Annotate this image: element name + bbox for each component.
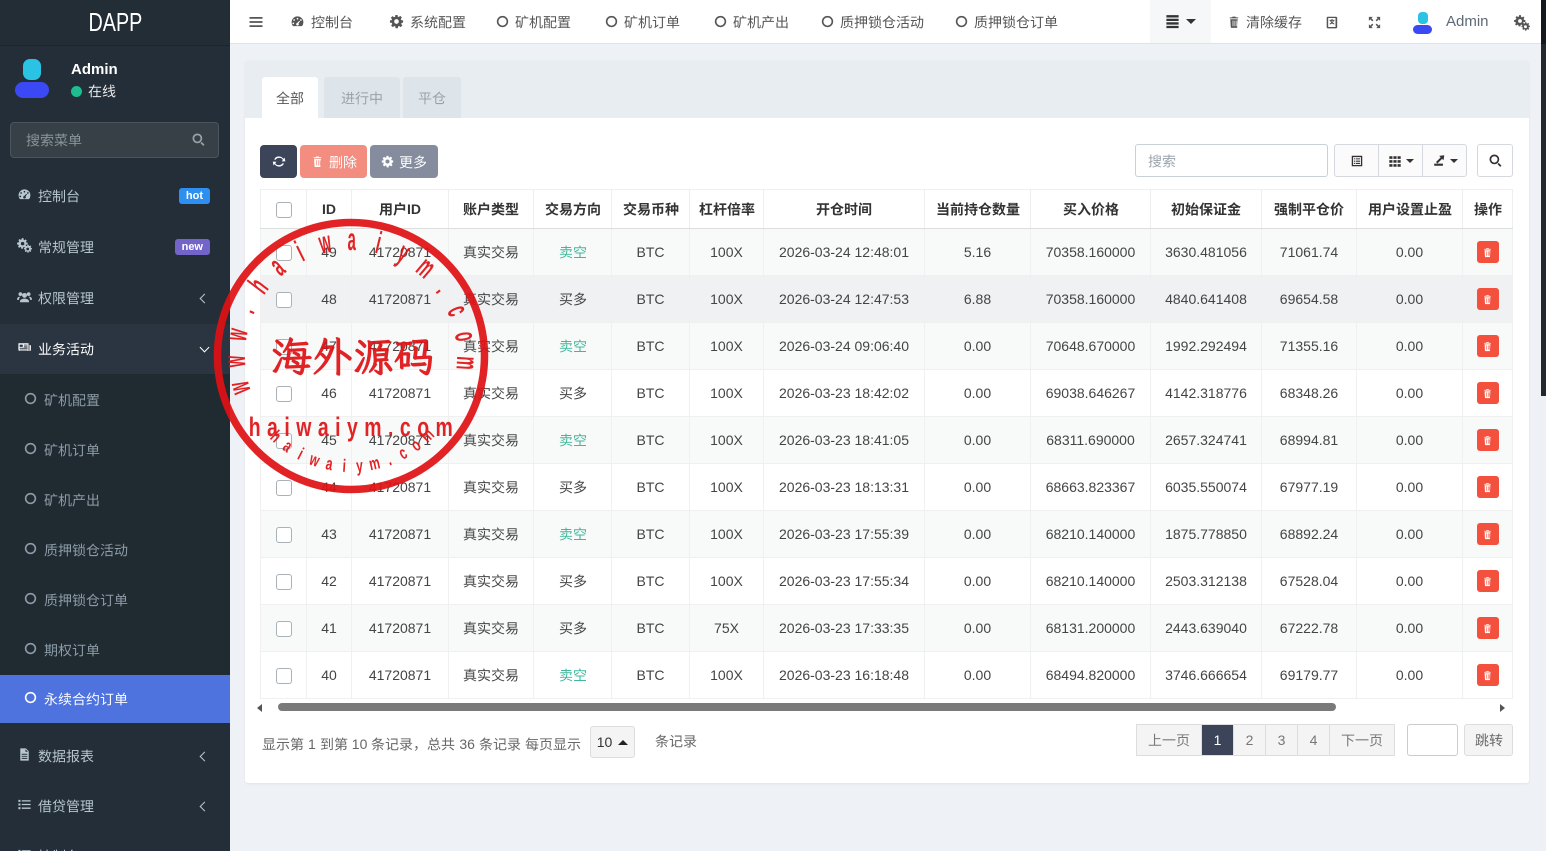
svg-text:y: y (355, 456, 364, 476)
svg-text:w: w (218, 354, 253, 368)
svg-text:w: w (306, 449, 322, 471)
svg-text:a: a (263, 251, 291, 283)
svg-text:y: y (392, 236, 415, 271)
svg-text:w: w (219, 325, 255, 344)
svg-text:o: o (447, 329, 483, 344)
svg-text:w: w (315, 225, 335, 261)
svg-text:i: i (342, 456, 347, 476)
svg-text:a: a (348, 223, 357, 258)
svg-text:m: m (449, 355, 484, 370)
svg-text:.: . (384, 450, 394, 470)
svg-text:.: . (429, 276, 459, 300)
svg-text:haiwaiym.com: haiwaiym.com (249, 412, 460, 442)
svg-text:c: c (395, 443, 411, 464)
svg-text:w: w (222, 377, 259, 399)
svg-text:i: i (372, 226, 384, 260)
svg-text:c: c (440, 300, 475, 321)
svg-text:i: i (291, 236, 310, 269)
svg-text:.: . (229, 300, 262, 318)
svg-text:m: m (410, 250, 442, 285)
svg-text:i: i (294, 445, 306, 464)
svg-text:h: h (242, 272, 275, 300)
svg-text:a: a (324, 454, 335, 475)
svg-text:m: m (367, 453, 382, 475)
